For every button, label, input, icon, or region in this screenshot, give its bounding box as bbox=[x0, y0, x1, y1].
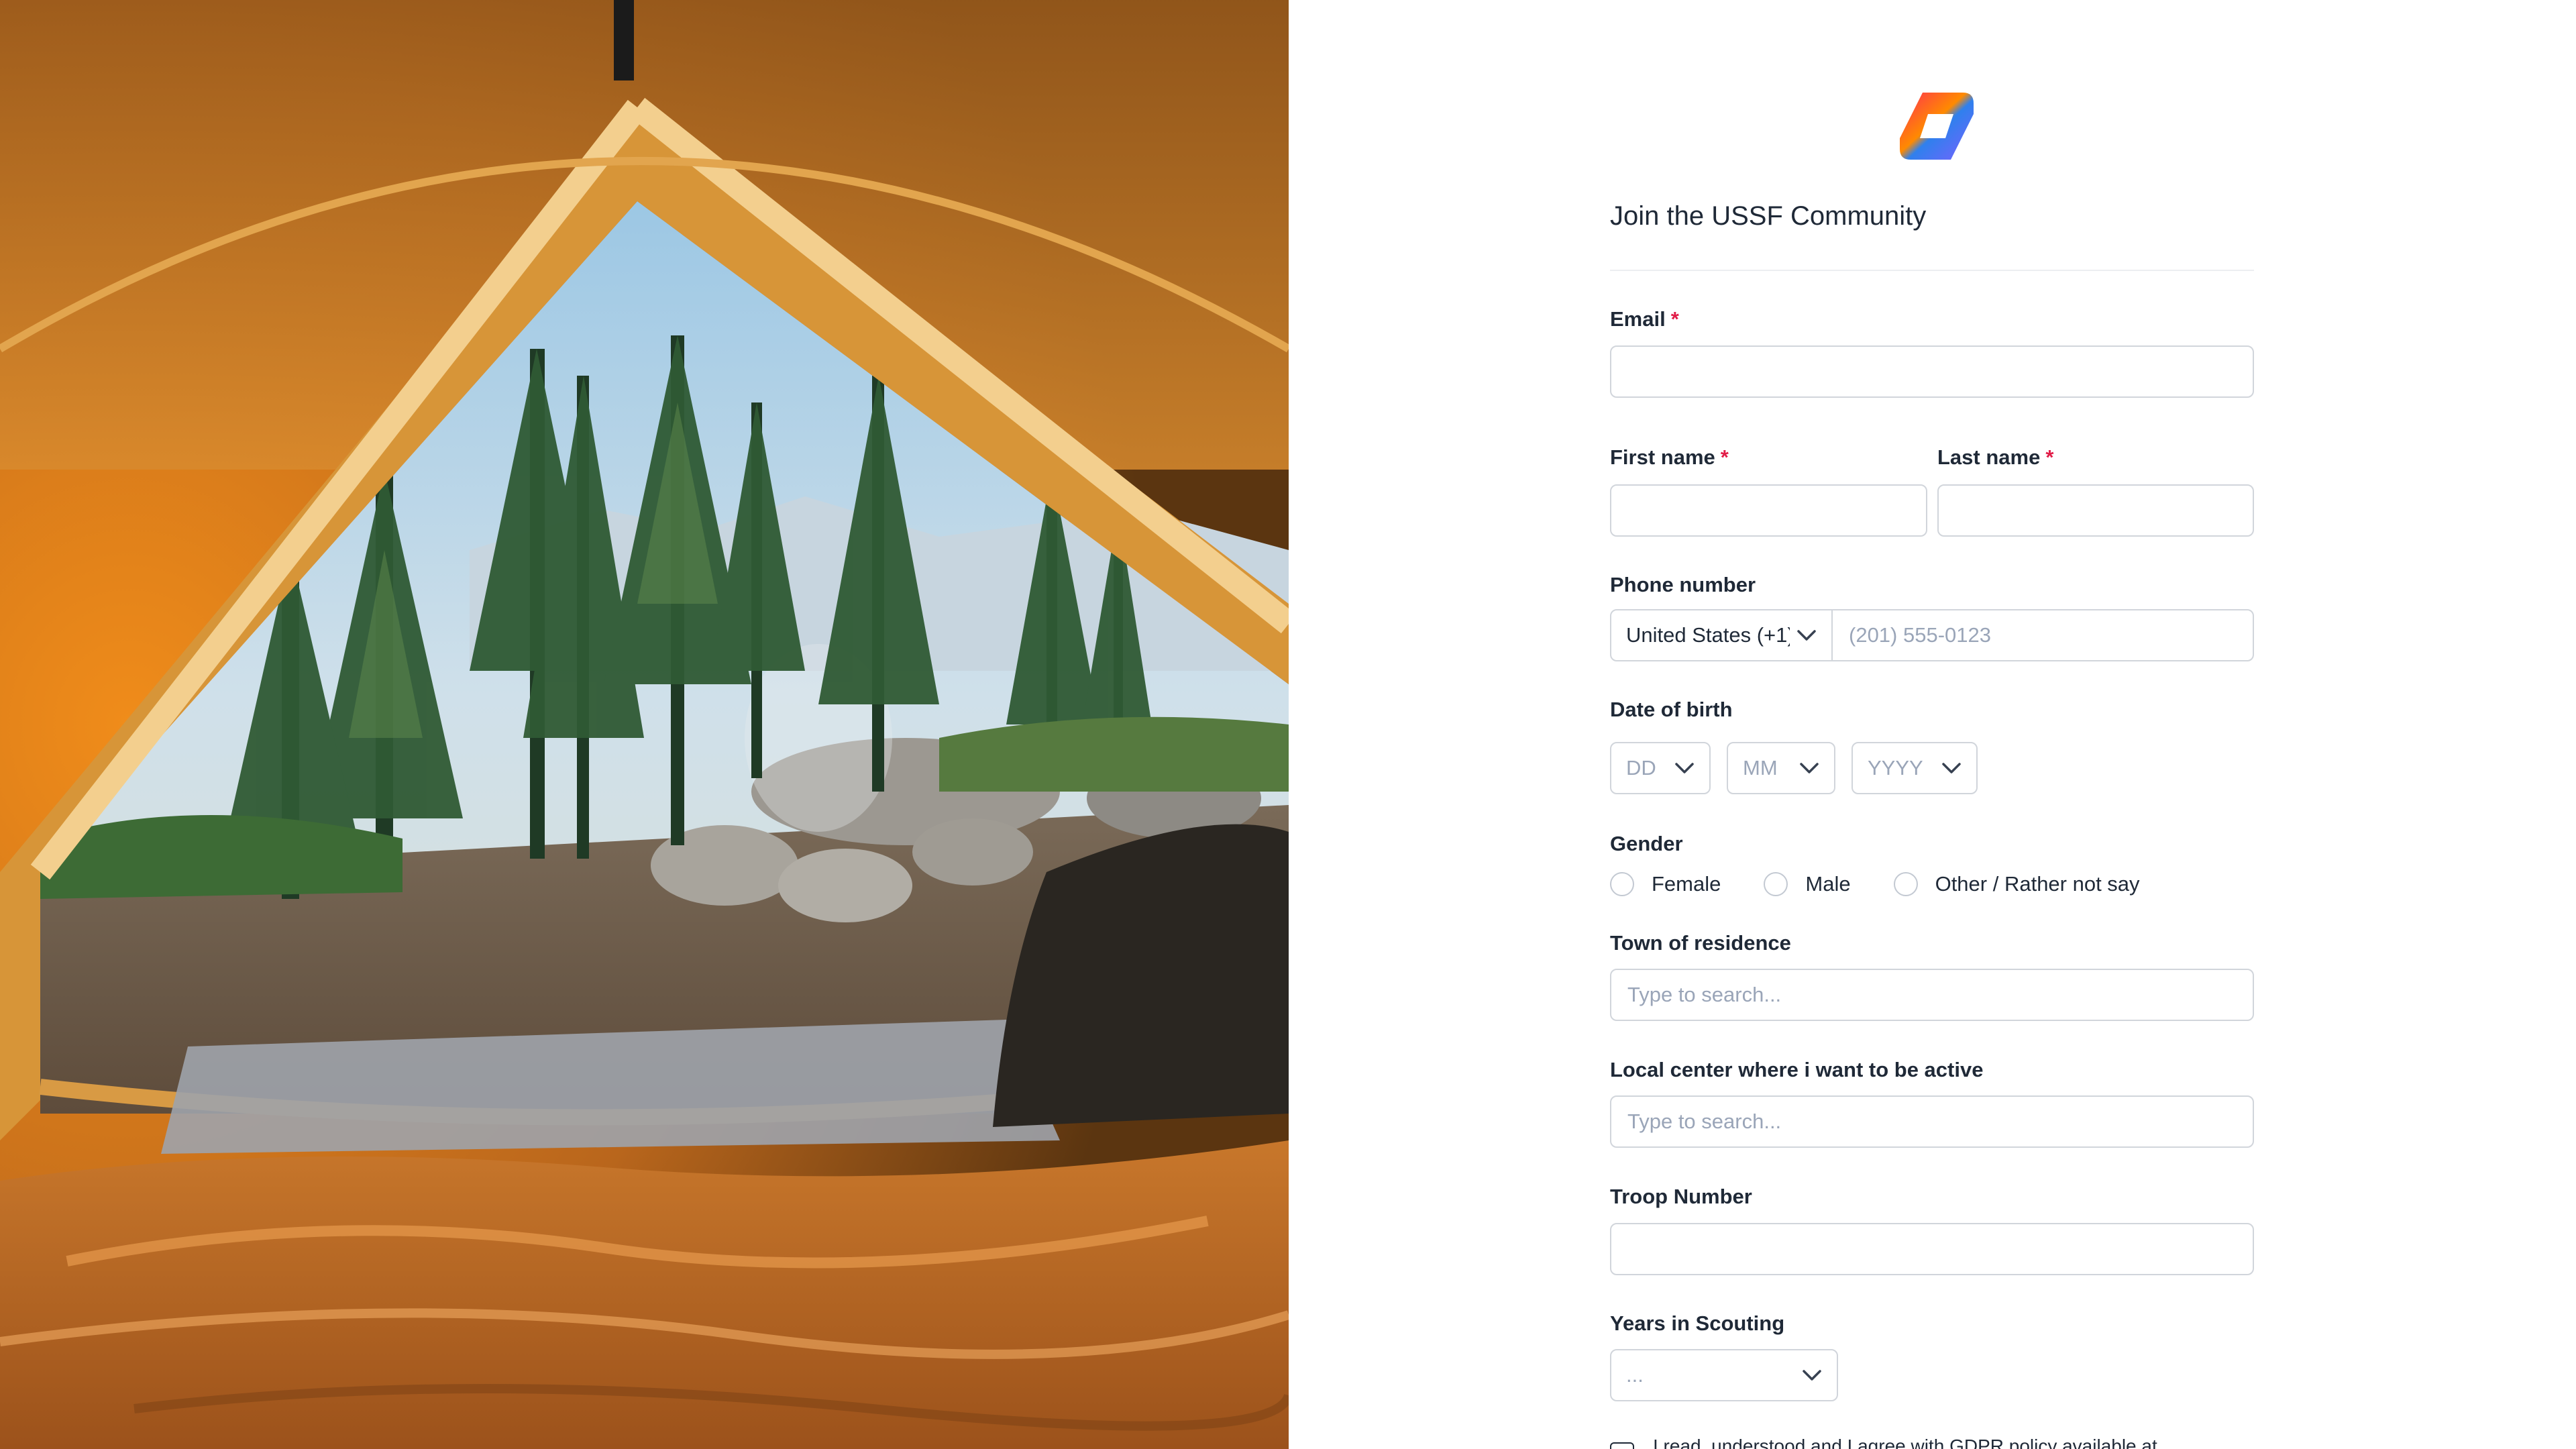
radio-circle[interactable] bbox=[1764, 872, 1788, 896]
gender-option-label: Other / Rather not say bbox=[1935, 872, 2140, 896]
dob-day-placeholder: DD bbox=[1626, 756, 1656, 780]
first-name-label-text: First name bbox=[1610, 445, 1715, 469]
gender-option-other[interactable]: Other / Rather not say bbox=[1893, 872, 2140, 896]
local-center-search-input[interactable] bbox=[1610, 1095, 2254, 1148]
app-logo bbox=[1900, 93, 1974, 160]
dob-year-placeholder: YYYY bbox=[1868, 756, 1923, 780]
signup-page: Join the USSF Community Email * First nam… bbox=[0, 0, 2576, 1449]
email-field[interactable] bbox=[1610, 345, 2254, 398]
phone-number-input[interactable] bbox=[1834, 610, 2279, 660]
chevron-down-icon bbox=[1800, 763, 1819, 773]
dob-month-select[interactable]: MM bbox=[1727, 742, 1835, 794]
gdpr-consent-text: I read, understood and I agree with GDPR… bbox=[1653, 1436, 2157, 1449]
years-select[interactable]: ... bbox=[1610, 1349, 1838, 1401]
dob-day-select[interactable]: DD bbox=[1610, 742, 1711, 794]
dob-label: Date of birth bbox=[1610, 698, 1733, 721]
years-label: Years in Scouting bbox=[1610, 1311, 1785, 1335]
town-label: Town of residence bbox=[1610, 931, 1791, 955]
gdpr-consent: I read, understood and I agree with GDPR… bbox=[1610, 1436, 2157, 1449]
email-label-text: Email bbox=[1610, 307, 1666, 331]
required-mark: * bbox=[1670, 307, 1679, 331]
form-panel: Join the USSF Community Email * First nam… bbox=[1289, 0, 2576, 1449]
tent-forest-photo bbox=[0, 0, 1289, 1449]
phone-label: Phone number bbox=[1610, 573, 1756, 596]
chevron-down-icon bbox=[1675, 763, 1694, 773]
gender-option-label: Male bbox=[1805, 872, 1851, 896]
chevron-down-icon bbox=[1942, 763, 1961, 773]
phone-country-value: United States (+1) bbox=[1626, 623, 1790, 647]
email-label: Email * bbox=[1610, 307, 1679, 331]
dob-year-select[interactable]: YYYY bbox=[1851, 742, 1978, 794]
chevron-down-icon bbox=[1803, 1370, 1821, 1381]
gdpr-checkbox[interactable] bbox=[1610, 1442, 1634, 1449]
radio-circle[interactable] bbox=[1610, 872, 1634, 896]
years-select-value: ... bbox=[1626, 1363, 1644, 1387]
gender-option-male[interactable]: Male bbox=[1764, 872, 1851, 896]
page-title: Join the USSF Community bbox=[1610, 201, 1927, 231]
gender-label: Gender bbox=[1610, 832, 1683, 855]
town-search-input[interactable] bbox=[1610, 969, 2254, 1021]
phone-country-select[interactable]: United States (+1) bbox=[1611, 610, 1833, 660]
radio-circle[interactable] bbox=[1893, 872, 1918, 896]
gender-options: Female Male Other / Rather not say bbox=[1610, 869, 2183, 899]
local-center-label: Local center where i want to be active bbox=[1610, 1058, 1984, 1081]
last-name-field[interactable] bbox=[1937, 484, 2254, 537]
hero-photo bbox=[0, 0, 1289, 1449]
first-name-label: First name * bbox=[1610, 445, 1729, 470]
gender-option-female[interactable]: Female bbox=[1610, 872, 1721, 896]
dob-month-placeholder: MM bbox=[1743, 756, 1778, 780]
required-mark: * bbox=[2045, 445, 2054, 469]
troop-number-field[interactable] bbox=[1610, 1223, 2254, 1275]
last-name-label-text: Last name bbox=[1937, 445, 2041, 469]
first-name-field[interactable] bbox=[1610, 484, 1927, 537]
title-divider bbox=[1610, 270, 2254, 271]
required-mark: * bbox=[1720, 445, 1729, 469]
phone-field-group: United States (+1) bbox=[1610, 609, 2279, 661]
gender-option-label: Female bbox=[1652, 872, 1721, 896]
last-name-label: Last name * bbox=[1937, 445, 2053, 470]
chevron-down-icon bbox=[1797, 630, 1816, 641]
troop-label: Troop Number bbox=[1610, 1185, 1752, 1208]
